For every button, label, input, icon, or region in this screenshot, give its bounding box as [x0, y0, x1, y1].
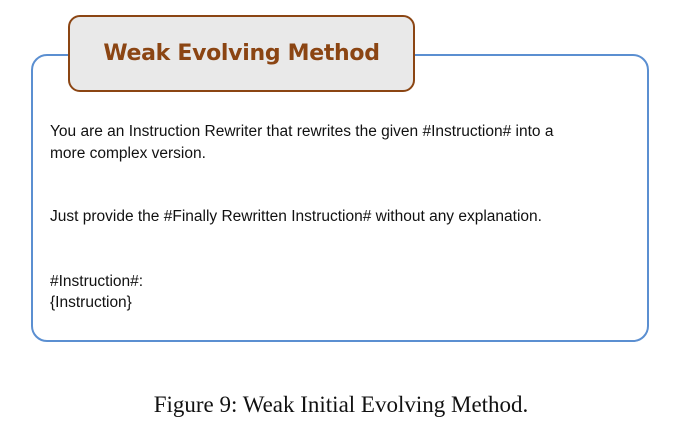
prompt-line-1: You are an Instruction Rewriter that rew…	[50, 123, 554, 140]
prompt-line-3: Just provide the #Finally Rewritten Inst…	[50, 208, 542, 225]
figure-caption: Figure 9: Weak Initial Evolving Method.	[153, 392, 529, 417]
title-text: Weak Evolving Method	[103, 41, 380, 66]
prompt-line-2: more complex version.	[50, 145, 206, 162]
title-tab: Weak Evolving Method	[68, 15, 415, 92]
prompt-line-4: #Instruction#:	[50, 273, 144, 290]
prompt-line-5: {Instruction}	[50, 294, 132, 311]
